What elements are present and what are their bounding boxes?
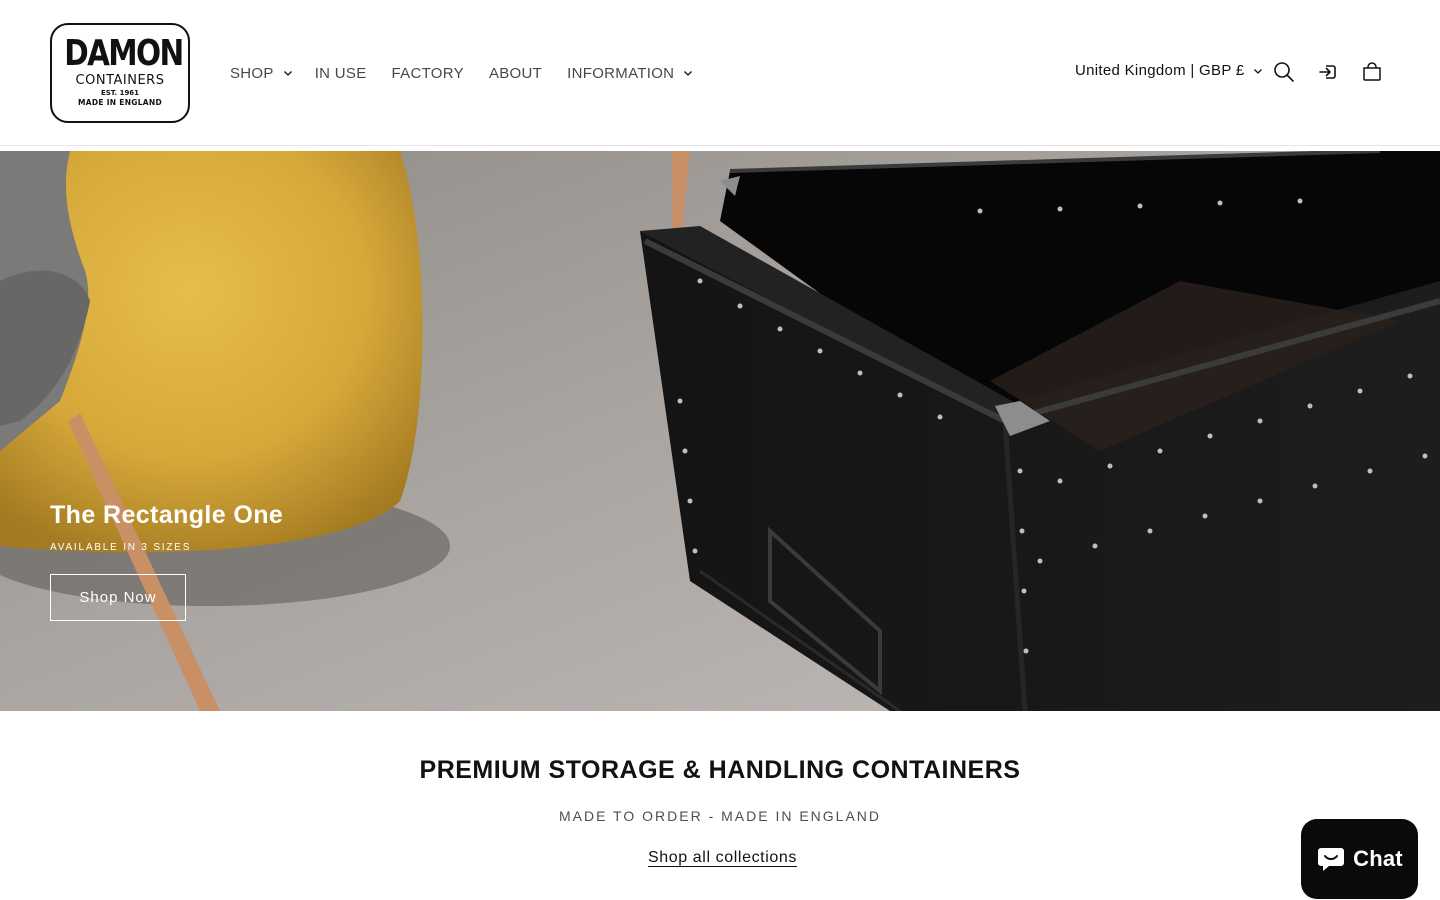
page-heading: PREMIUM STORAGE & HANDLING CONTAINERS bbox=[419, 756, 1021, 784]
main-navigation: SHOP IN USE FACTORY ABOUT INFORMATION bbox=[230, 62, 693, 84]
hero-title: The Rectangle One bbox=[50, 501, 284, 529]
nav-item-label: ABOUT bbox=[488, 64, 543, 82]
shop-all-collections-link[interactable]: Shop all collections bbox=[648, 849, 797, 867]
nav-item-label: FACTORY bbox=[391, 64, 464, 82]
country-currency-selector[interactable]: United Kingdom | GBP £ bbox=[1075, 62, 1263, 79]
chat-bubble-icon bbox=[1318, 848, 1345, 871]
search-icon[interactable] bbox=[1272, 60, 1296, 84]
logo-made-in-england: MADE IN ENGLAND bbox=[77, 98, 163, 107]
page-subheading: MADE TO ORDER - MADE IN ENGLAND bbox=[558, 808, 882, 824]
nav-item-shop[interactable]: SHOP bbox=[230, 65, 293, 82]
chevron-down-icon bbox=[1254, 68, 1263, 74]
locale-label: United Kingdom | GBP £ bbox=[1075, 62, 1245, 79]
cart-icon[interactable] bbox=[1360, 60, 1384, 84]
nav-item-label: INFORMATION bbox=[567, 64, 675, 82]
nav-item-label: IN USE bbox=[314, 64, 367, 82]
shop-now-button[interactable]: Shop Now bbox=[50, 574, 186, 621]
chevron-down-icon bbox=[283, 71, 292, 76]
logo-established: EST. 1961 bbox=[100, 89, 140, 97]
logo-wordmark: DAMON bbox=[64, 33, 184, 74]
site-header: DAMON CONTAINERS EST. 1961 MADE IN ENGLA… bbox=[0, 0, 1440, 146]
damon-containers-logo[interactable]: DAMON CONTAINERS EST. 1961 MADE IN ENGLA… bbox=[50, 23, 190, 123]
logo-subtitle: CONTAINERS bbox=[75, 73, 165, 88]
nav-item-factory[interactable]: FACTORY bbox=[392, 65, 464, 82]
hero-image bbox=[0, 151, 1440, 711]
hero-subtitle: AVAILABLE IN 3 SIZES bbox=[50, 542, 192, 553]
chat-label: Chat bbox=[1353, 846, 1403, 871]
account-icon[interactable] bbox=[1316, 60, 1340, 84]
chat-button[interactable]: Chat bbox=[1301, 819, 1418, 899]
hero-banner: The Rectangle One AVAILABLE IN 3 SIZES S… bbox=[0, 151, 1440, 711]
nav-item-information[interactable]: INFORMATION bbox=[567, 65, 693, 82]
nav-item-label: SHOP bbox=[230, 64, 274, 82]
nav-item-in-use[interactable]: IN USE bbox=[315, 65, 367, 82]
chevron-down-icon bbox=[684, 71, 693, 76]
nav-item-about[interactable]: ABOUT bbox=[489, 65, 542, 82]
